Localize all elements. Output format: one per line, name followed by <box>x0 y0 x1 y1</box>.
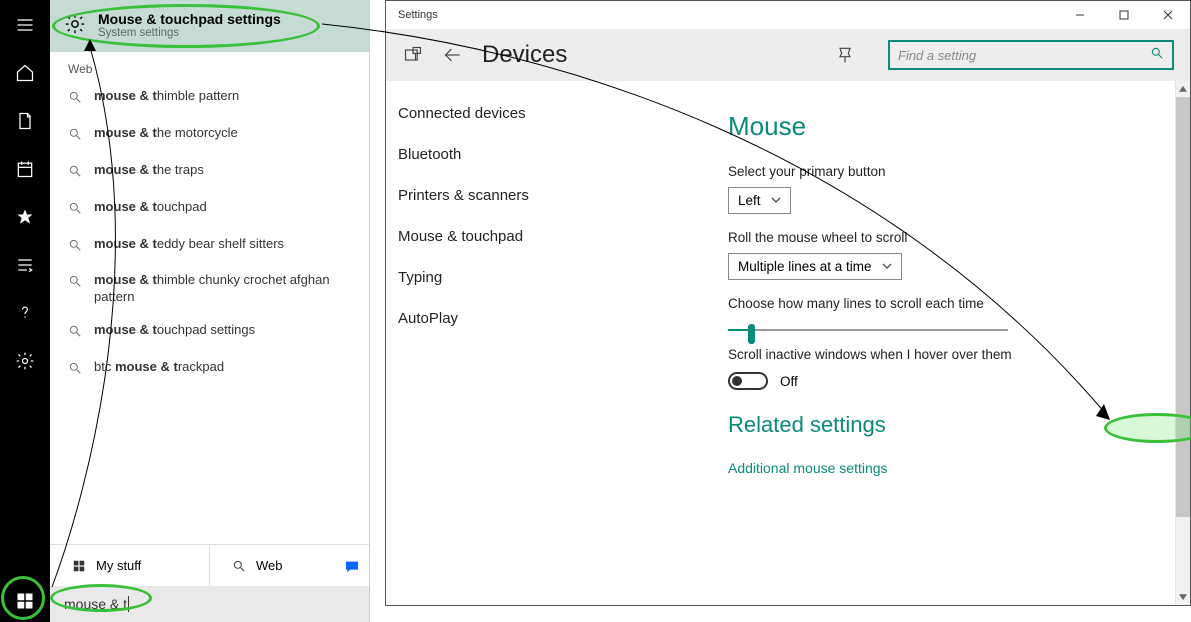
back-button[interactable] <box>442 44 464 66</box>
additional-mouse-settings-link[interactable]: Additional mouse settings <box>728 460 888 476</box>
feedback-icon[interactable] <box>339 554 365 580</box>
search-icon <box>68 125 82 146</box>
toggle-state: Off <box>780 374 798 389</box>
result-text: mouse & thimble pattern <box>94 88 239 105</box>
settings-search-input[interactable] <box>898 48 1150 63</box>
cortana-left-rail <box>0 0 50 622</box>
search-icon <box>68 322 82 343</box>
dropdown-value: Left <box>738 193 761 208</box>
search-result[interactable]: mouse & touchpad settings <box>50 314 369 351</box>
chevron-down-icon <box>882 259 892 274</box>
star-icon[interactable] <box>14 206 36 228</box>
tab-my-stuff[interactable]: My stuff <box>50 545 210 586</box>
search-result[interactable]: mouse & the traps <box>50 154 369 191</box>
maximize-button[interactable] <box>1102 1 1146 29</box>
pin-icon[interactable] <box>834 44 856 66</box>
gear-icon[interactable] <box>14 350 36 372</box>
settings-window: Settings Devices Connected devices Blueto… <box>385 0 1191 606</box>
settings-nav-item[interactable]: Printers & scanners <box>398 187 692 204</box>
search-result[interactable]: mouse & thimble pattern <box>50 80 369 117</box>
search-icon <box>68 88 82 109</box>
search-result[interactable]: mouse & thimble chunky crochet afghan pa… <box>50 264 369 314</box>
start-button[interactable] <box>12 588 38 614</box>
search-result[interactable]: btc mouse & trackpad <box>50 351 369 388</box>
minimize-button[interactable] <box>1058 1 1102 29</box>
settings-content: Mouse Select your primary button Left Ro… <box>704 81 1190 605</box>
search-result[interactable]: mouse & touchpad <box>50 191 369 228</box>
result-text: btc mouse & trackpad <box>94 359 224 376</box>
settings-nav-item[interactable]: Typing <box>398 269 692 286</box>
window-title: Settings <box>398 9 438 21</box>
dropdown-value: Multiple lines at a time <box>738 259 872 274</box>
calendar-icon[interactable] <box>14 158 36 180</box>
inactive-scroll-toggle[interactable] <box>728 372 768 390</box>
home-icon[interactable] <box>14 62 36 84</box>
lines-count-label: Choose how many lines to scroll each tim… <box>728 296 1166 311</box>
close-button[interactable] <box>1146 1 1190 29</box>
result-text: mouse & thimble chunky crochet afghan pa… <box>94 272 351 306</box>
scroll-up-arrow[interactable] <box>1176 81 1190 97</box>
primary-button-dropdown[interactable]: Left <box>728 187 791 214</box>
search-icon <box>68 359 82 380</box>
list-icon[interactable] <box>14 254 36 276</box>
window-titlebar: Settings <box>386 1 1190 29</box>
menu-icon[interactable] <box>14 14 36 36</box>
search-icon <box>68 199 82 220</box>
scrollbar[interactable] <box>1175 81 1190 605</box>
search-icon <box>1150 46 1164 65</box>
inactive-scroll-label: Scroll inactive windows when I hover ove… <box>728 347 1166 362</box>
chevron-down-icon <box>771 193 781 208</box>
result-text: mouse & teddy bear shelf sitters <box>94 236 284 253</box>
scroll-wheel-label: Roll the mouse wheel to scroll <box>728 230 1166 245</box>
search-result[interactable]: mouse & teddy bear shelf sitters <box>50 228 369 265</box>
settings-nav-item[interactable]: AutoPlay <box>398 310 692 327</box>
tab-label: My stuff <box>96 558 141 573</box>
result-text: mouse & the motorcycle <box>94 125 238 142</box>
result-text: mouse & touchpad <box>94 199 207 216</box>
scroll-down-arrow[interactable] <box>1176 589 1190 605</box>
help-icon[interactable] <box>14 302 36 324</box>
settings-nav: Connected devices Bluetooth Printers & sca… <box>386 81 704 605</box>
result-text: mouse & touchpad settings <box>94 322 255 339</box>
search-icon <box>68 272 82 293</box>
search-results-list: mouse & thimble pattern mouse & the motor… <box>50 80 369 544</box>
best-match-title: Mouse & touchpad settings <box>98 11 281 27</box>
gear-icon <box>64 13 86 40</box>
scrollbar-thumb[interactable] <box>1176 97 1190 517</box>
tab-label: Web <box>256 558 283 573</box>
settings-nav-item[interactable]: Connected devices <box>398 105 692 122</box>
settings-nav-item[interactable]: Bluetooth <box>398 146 692 163</box>
scope-tabs: My stuff Web <box>50 544 369 586</box>
best-match-header[interactable]: Mouse & touchpad settings System setting… <box>50 0 369 52</box>
settings-header: Devices <box>386 29 1190 81</box>
page-title: Devices <box>482 41 567 69</box>
cortana-search-input[interactable]: mouse & t <box>50 586 369 622</box>
search-icon <box>68 162 82 183</box>
settings-search-box[interactable] <box>888 40 1174 70</box>
result-text: mouse & the traps <box>94 162 204 179</box>
best-match-subtitle: System settings <box>98 27 281 40</box>
cortana-panel: Mouse & touchpad settings System setting… <box>50 0 370 622</box>
slider-thumb[interactable] <box>748 324 755 344</box>
devices-hub-icon[interactable] <box>402 44 424 66</box>
related-settings-heading: Related settings <box>728 412 1166 438</box>
settings-nav-item[interactable]: Mouse & touchpad <box>398 228 692 245</box>
primary-button-label: Select your primary button <box>728 164 1166 179</box>
search-result[interactable]: mouse & the motorcycle <box>50 117 369 154</box>
search-icon <box>68 236 82 257</box>
document-icon[interactable] <box>14 110 36 132</box>
web-heading: Web <box>50 52 369 80</box>
section-heading: Mouse <box>728 111 1166 142</box>
search-value: mouse & t <box>64 596 127 612</box>
scroll-wheel-dropdown[interactable]: Multiple lines at a time <box>728 253 902 280</box>
lines-slider[interactable] <box>728 329 1008 331</box>
